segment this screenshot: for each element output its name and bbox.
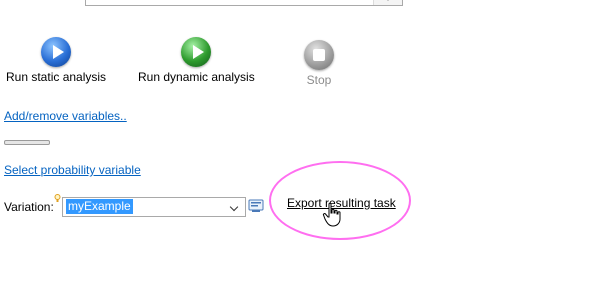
- play-icon: [181, 37, 212, 67]
- run-dynamic-analysis-label: Run dynamic analysis: [138, 70, 255, 84]
- run-static-analysis-label: Run static analysis: [6, 70, 107, 84]
- browse-icon[interactable]: [248, 198, 265, 214]
- stop-button[interactable]: Stop: [304, 40, 334, 87]
- run-static-analysis-button[interactable]: Run static analysis: [6, 37, 106, 84]
- add-remove-variables-link[interactable]: Add/remove variables..: [4, 109, 127, 123]
- hand-cursor-icon: [322, 202, 341, 227]
- variation-combobox[interactable]: myExample: [62, 197, 246, 217]
- lightbulb-icon: [54, 194, 61, 202]
- top-text-field[interactable]: [85, 0, 403, 6]
- top-field-spin-button[interactable]: [373, 0, 402, 5]
- chevron-down-icon[interactable]: [227, 198, 243, 216]
- variation-label: Variation:: [4, 200, 54, 214]
- collapsed-button[interactable]: [4, 140, 50, 145]
- stop-label: Stop: [306, 73, 332, 87]
- stop-icon: [304, 40, 334, 70]
- select-probability-variable-link[interactable]: Select probability variable: [4, 163, 141, 177]
- play-icon: [41, 37, 72, 67]
- run-dynamic-analysis-button[interactable]: Run dynamic analysis: [138, 37, 255, 84]
- variation-selected-value: myExample: [66, 199, 133, 214]
